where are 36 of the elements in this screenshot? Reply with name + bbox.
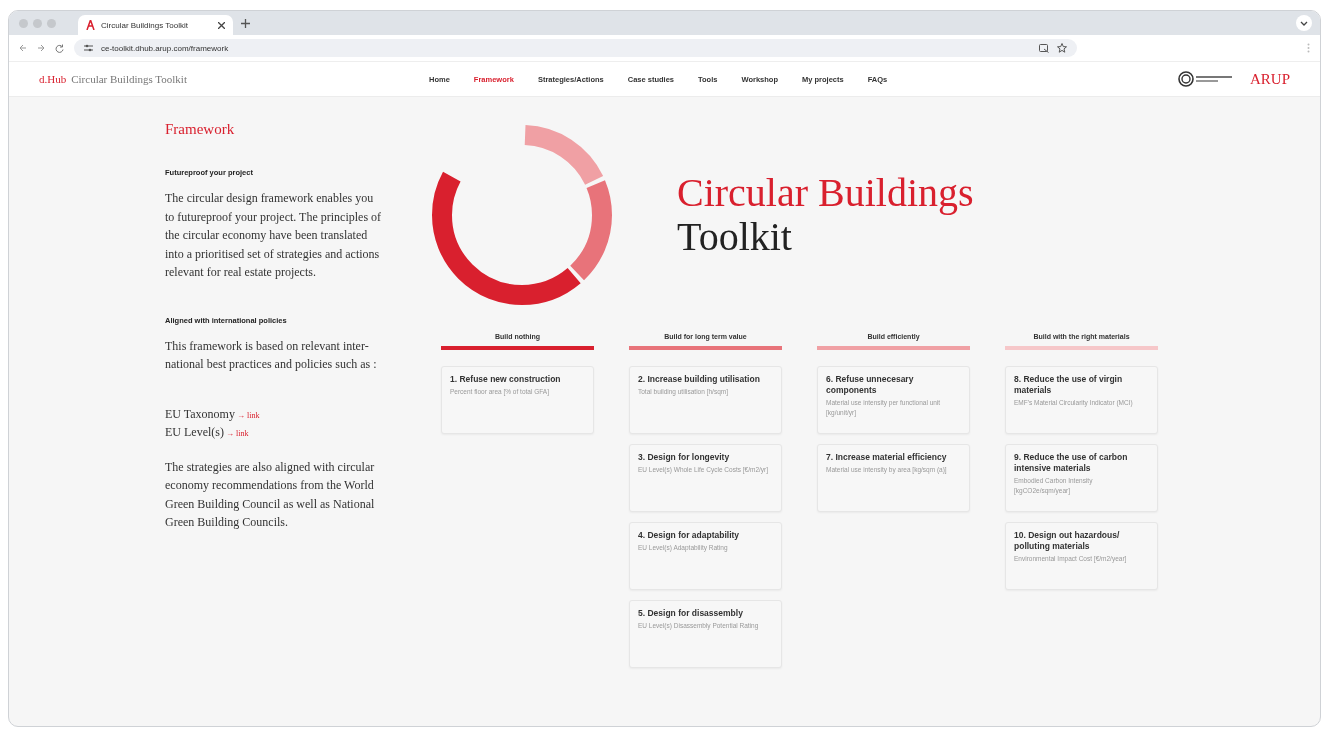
card-title: 2. Increase building utilisation xyxy=(638,374,761,385)
partner-logo-icon xyxy=(1178,71,1234,87)
card-title: 8. Reduce the use of virgin materials xyxy=(1014,374,1124,396)
reload-icon[interactable] xyxy=(55,43,64,53)
paragraph: The strategies are also aligned with circular economy recommendations from the World Green Building Council as well as National Green Building Councils. xyxy=(165,458,376,531)
page-heading: Framework xyxy=(165,121,236,138)
back-icon[interactable] xyxy=(19,44,27,52)
favicon-icon xyxy=(86,20,95,30)
star-icon[interactable] xyxy=(1057,43,1067,53)
card-title: 6. Refuse unnecesary components xyxy=(826,374,915,396)
card-title: 9. Reduce the use of carbon intensive materials xyxy=(1014,452,1129,474)
site-settings-icon[interactable] xyxy=(84,44,93,52)
policy-name: EU Taxonomy xyxy=(165,406,235,421)
address-bar[interactable]: ce-toolkit.dhub.arup.com/framework xyxy=(74,39,1077,57)
card-title: 4. Design for adaptability xyxy=(638,530,741,541)
card-title: 3. Design for longevity xyxy=(638,452,731,463)
site-title[interactable]: Circular Buildings Toolkit xyxy=(71,73,187,85)
card-title: 7. Increase material efficiency xyxy=(826,452,948,463)
policy-link[interactable]: → link xyxy=(226,428,249,438)
card-title: 5. Design for disassembly xyxy=(638,608,744,619)
new-tab-icon[interactable] xyxy=(241,18,250,28)
hero-title: Circular Buildings xyxy=(677,171,974,215)
forward-icon[interactable] xyxy=(37,44,45,52)
policy-link[interactable]: → link xyxy=(236,410,260,420)
close-icon[interactable] xyxy=(218,21,225,29)
brand-logo[interactable]: d.Hub xyxy=(39,73,67,85)
cast-icon[interactable] xyxy=(1039,43,1049,53)
paragraph: This framework is based on relevant inter-national best practices and policies such as : xyxy=(165,337,378,373)
policy-name: EU Level(s) xyxy=(165,424,224,439)
card-title: 1. Refuse new construction xyxy=(450,374,562,385)
tab-menu-icon[interactable] xyxy=(1296,15,1312,31)
paragraph: The circular design framework enables you to futureproof your project. The principles of the circular economy have been translated into a prioritised set of strategies and actions relevant for real estate projects. xyxy=(165,190,383,281)
card-title: 10. Design out hazardous/ polluting materials xyxy=(1014,530,1121,552)
browser-tab[interactable]: Circular Buildings Toolkit xyxy=(78,15,233,35)
company-logo[interactable]: ARUP xyxy=(1250,70,1290,88)
hero-title: Toolkit xyxy=(677,215,793,259)
